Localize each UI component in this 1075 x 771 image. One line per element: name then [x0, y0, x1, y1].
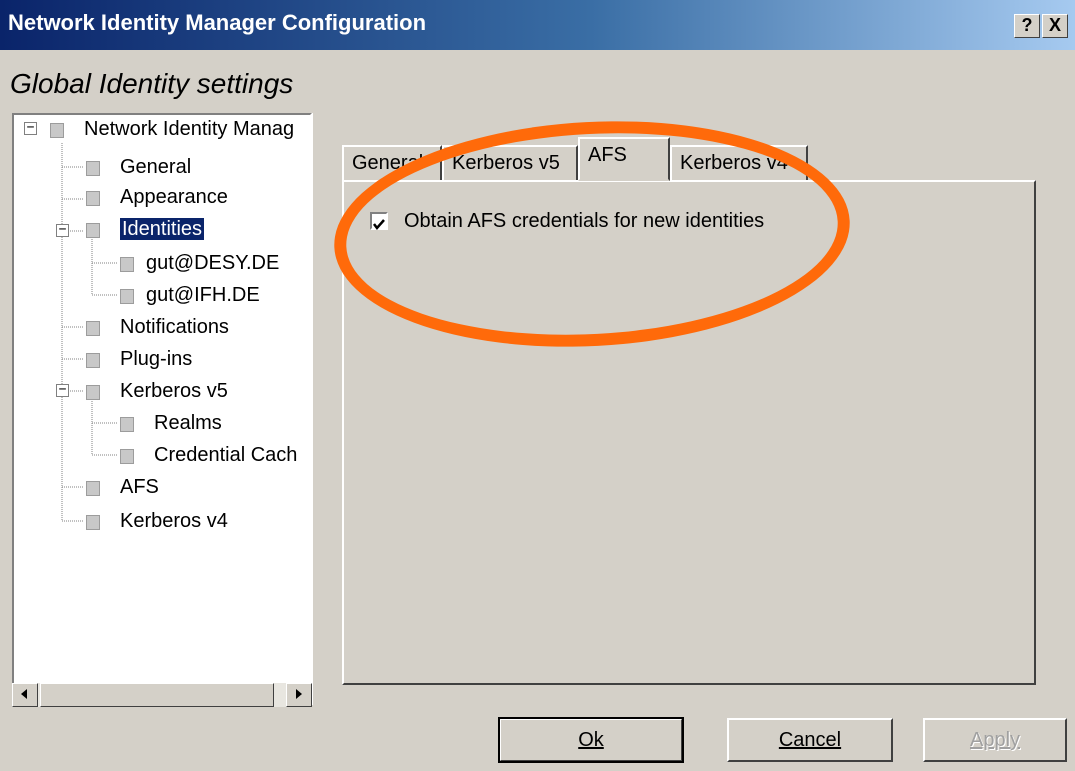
tab-general[interactable]: General — [342, 145, 442, 181]
obtain-afs-label: Obtain AFS credentials for new identitie… — [404, 210, 765, 232]
cancel-button-label: Cancel — [778, 729, 842, 751]
window-title: Network Identity Manager Configuration — [8, 10, 427, 35]
tab-kerberos-v4[interactable]: Kerberos v4 — [670, 145, 808, 181]
tree-item-notifications[interactable]: Notifications — [86, 313, 229, 341]
node-icon — [50, 123, 64, 138]
tab-kerberos-v5[interactable]: Kerberos v5 — [442, 145, 578, 181]
node-icon — [86, 161, 100, 176]
title-bar[interactable]: Network Identity Manager Configuration ?… — [0, 0, 1075, 50]
scroll-right-button[interactable] — [286, 683, 312, 707]
tree-item-plugins[interactable]: Plug-ins — [86, 345, 192, 373]
help-button[interactable]: ? — [1014, 14, 1040, 38]
obtain-afs-checkbox[interactable] — [370, 212, 388, 230]
tree-item-appearance[interactable]: Appearance — [86, 183, 228, 211]
tree-item-identity-desy[interactable]: gut@DESY.DE — [120, 249, 279, 277]
apply-button[interactable]: Apply — [923, 718, 1067, 762]
tree-item-label: Appearance — [120, 186, 228, 208]
scroll-thumb[interactable] — [40, 683, 274, 707]
apply-button-label: Apply — [969, 729, 1021, 751]
tree-horizontal-scrollbar[interactable] — [12, 683, 312, 707]
collapse-root-icon[interactable]: − — [24, 121, 37, 135]
tree-item-label: gut@IFH.DE — [146, 284, 260, 306]
tree-item-label: Kerberos v5 — [120, 380, 228, 402]
arrow-right-icon — [296, 689, 302, 699]
node-icon — [120, 257, 134, 272]
tree-item-label: Realms — [154, 412, 222, 434]
tree-item-label: Plug-ins — [120, 348, 193, 370]
tree-item-credential-cache[interactable]: Credential Cach — [120, 441, 297, 469]
config-dialog: Network Identity Manager Configuration ?… — [0, 0, 1075, 771]
tree-item-realms[interactable]: Realms — [120, 409, 222, 437]
checkmark-icon — [373, 219, 385, 230]
collapse-kerberos-v5-icon[interactable]: − — [56, 383, 69, 397]
cancel-button[interactable]: Cancel — [727, 718, 893, 762]
node-icon — [86, 223, 100, 238]
tree-item-label: Credential Cach — [154, 444, 298, 466]
tab-afs[interactable]: AFS — [578, 137, 670, 181]
node-icon — [86, 321, 100, 336]
collapse-identities-icon[interactable]: − — [56, 223, 69, 237]
node-icon — [86, 481, 100, 496]
tree-item-identity-ifh[interactable]: gut@IFH.DE — [120, 281, 260, 309]
tree-item-label: Network Identity Manag — [84, 118, 295, 140]
node-icon — [86, 515, 100, 530]
tree-item-label: General — [120, 156, 192, 178]
node-icon — [86, 385, 100, 400]
node-icon — [120, 417, 134, 432]
tree-item-root[interactable]: Network Identity Manag — [50, 115, 294, 143]
tree-item-label: Notifications — [120, 316, 229, 338]
afs-tab-page — [342, 180, 1036, 685]
settings-tree[interactable]: − Network Identity Manag General Appeara… — [12, 113, 312, 705]
tree-item-label: gut@DESY.DE — [146, 252, 280, 274]
page-title: Global Identity settings — [10, 68, 294, 99]
tree-item-label: Identities — [118, 217, 206, 241]
scroll-left-button[interactable] — [12, 683, 38, 707]
tree-item-general[interactable]: General — [86, 153, 191, 181]
node-icon — [120, 289, 134, 304]
arrow-left-icon — [21, 689, 27, 699]
node-icon — [86, 191, 100, 206]
tree-item-afs[interactable]: AFS — [86, 473, 159, 501]
node-icon — [86, 353, 100, 368]
ok-button-label: Ok — [578, 729, 604, 751]
tree-item-kerberos-v5[interactable]: Kerberos v5 — [86, 377, 228, 405]
ok-button[interactable]: Ok — [498, 717, 684, 763]
tree-item-kerberos-v4[interactable]: Kerberos v4 — [86, 507, 228, 535]
node-icon — [120, 449, 134, 464]
tree-item-label: AFS — [120, 476, 159, 498]
close-button[interactable]: X — [1042, 14, 1068, 38]
tree-item-identities[interactable]: Identities — [86, 215, 206, 243]
tree-item-label: Kerberos v4 — [120, 510, 228, 532]
